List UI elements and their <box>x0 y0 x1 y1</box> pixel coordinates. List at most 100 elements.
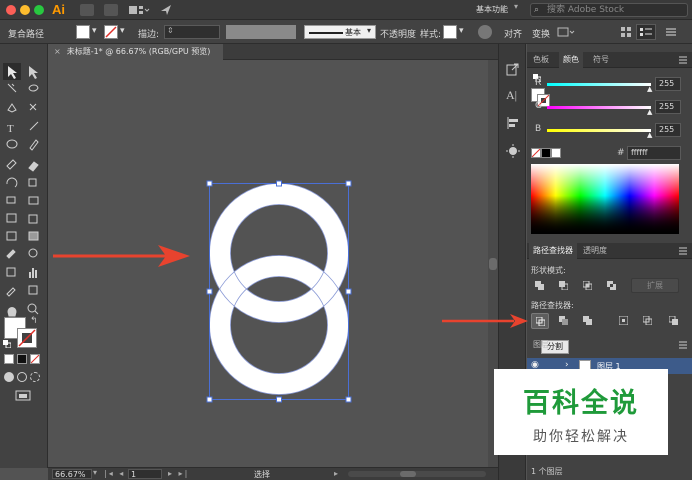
arrange-icon[interactable] <box>620 25 632 39</box>
b-channel-value[interactable]: 255 <box>655 123 681 137</box>
stroke-color-box[interactable] <box>17 328 37 348</box>
red-arrow-left <box>53 245 190 267</box>
draw-behind-icon[interactable] <box>17 372 27 382</box>
close-icon[interactable]: × <box>54 47 61 56</box>
document-tabs: × 未标题-1* @ 66.67% (RGB/GPU 预览) <box>48 44 498 60</box>
tab-swatches[interactable]: 色板 <box>529 52 553 68</box>
exclude-button[interactable] <box>603 278 621 294</box>
g-channel-value[interactable]: 255 <box>655 100 681 114</box>
slider-thumb-icon[interactable]: ▲ <box>647 131 652 139</box>
chevron-down-icon[interactable]: ▾ <box>92 26 97 36</box>
trim-button[interactable] <box>555 313 573 329</box>
hamburger-menu-icon[interactable] <box>664 24 678 40</box>
fill-swatch[interactable] <box>76 25 90 39</box>
search-placeholder: 搜索 Adobe Stock <box>547 5 625 15</box>
compound-path-rings[interactable] <box>209 183 349 395</box>
slider-thumb-icon[interactable]: ▲ <box>647 108 652 116</box>
unite-button[interactable] <box>531 278 549 294</box>
red-arrow-pathfinder <box>442 314 528 328</box>
none-color-swatch[interactable] <box>531 148 541 158</box>
tab-layers[interactable]: 图层 <box>529 337 553 353</box>
none-mode-button[interactable] <box>30 354 40 364</box>
style-label: 样式: <box>420 30 442 40</box>
default-colors-icon[interactable] <box>3 340 11 348</box>
black-swatch[interactable] <box>541 148 551 158</box>
character-icon[interactable]: A| <box>506 88 517 103</box>
tab-pathfinder[interactable]: 路径查找器 <box>529 243 577 259</box>
draw-inside-icon[interactable] <box>30 372 40 382</box>
hex-input[interactable]: ffffff <box>627 146 681 160</box>
canvas[interactable] <box>48 60 498 467</box>
color-spectrum[interactable] <box>531 164 679 234</box>
stroke-weight-field[interactable]: ⇕ <box>164 25 220 39</box>
artboard-number-field[interactable]: 1 <box>128 469 162 479</box>
minus-front-button[interactable] <box>555 278 573 294</box>
current-tool-label: 选择 <box>254 470 270 479</box>
align-button[interactable]: 对齐 <box>504 27 522 40</box>
artboard-nav-next-icons[interactable]: ▸ ▸| <box>168 469 189 478</box>
chevron-right-icon[interactable]: ▸ <box>334 469 338 478</box>
draw-normal-icon[interactable] <box>4 372 14 382</box>
send-icon[interactable] <box>160 4 172 16</box>
tools-panel: T ↰ <box>0 44 48 468</box>
stepper-icon[interactable]: ⇕ <box>167 26 174 35</box>
panel-menu-icon[interactable] <box>677 245 689 257</box>
r-channel-value[interactable]: 255 <box>655 77 681 91</box>
stroke-swatch[interactable] <box>104 25 118 39</box>
isolate-icon[interactable] <box>556 25 576 39</box>
export-icon[interactable] <box>506 62 520 76</box>
merge-button[interactable] <box>579 313 597 329</box>
opacity-label[interactable]: 不透明度 <box>380 27 416 40</box>
color-mode-button[interactable] <box>4 354 14 364</box>
panel-menu-icon[interactable] <box>677 54 689 66</box>
appearance-icon[interactable] <box>506 144 520 158</box>
variable-width-profile[interactable] <box>226 25 296 39</box>
maximize-window-button[interactable] <box>34 5 44 15</box>
chevron-down-icon[interactable]: ▾ <box>514 2 518 11</box>
stock-search-input[interactable]: ⌕ 搜索 Adobe Stock <box>530 3 688 17</box>
title-bar: Ai 基本功能 ▾ ⌕ 搜索 Adobe Stock <box>0 0 692 20</box>
recolor-artwork-icon[interactable] <box>478 25 492 39</box>
bridge-icon[interactable] <box>80 4 94 16</box>
close-window-button[interactable] <box>6 5 16 15</box>
panel-menu-icon[interactable] <box>636 24 656 40</box>
brush-definition[interactable]: 基本 ▾ <box>304 25 376 39</box>
crop-button[interactable] <box>615 313 633 329</box>
layers-panel-tabs: 图层 <box>527 337 692 353</box>
transform-button[interactable]: 变换 <box>532 27 550 40</box>
swap-colors-icon[interactable]: ↰ <box>30 316 38 326</box>
tab-color[interactable]: 颜色 <box>559 52 583 68</box>
slider-thumb-icon[interactable]: ▲ <box>647 85 652 93</box>
b-channel-slider[interactable] <box>547 129 651 132</box>
stock-icon[interactable] <box>104 4 118 16</box>
arrange-documents-icon[interactable] <box>128 4 150 16</box>
artboard-nav-prev-icons[interactable]: |◂ ◂ <box>104 469 125 478</box>
minus-back-button[interactable] <box>665 313 683 329</box>
horizontal-scrollbar[interactable] <box>348 471 486 477</box>
panel-menu-icon[interactable] <box>677 339 689 351</box>
app-logo: Ai <box>52 2 65 17</box>
gradient-mode-button[interactable] <box>17 354 27 364</box>
svg-text:T: T <box>7 123 14 135</box>
tool-icons: T <box>3 63 39 317</box>
tab-symbols[interactable]: 符号 <box>589 52 613 68</box>
chevron-down-icon[interactable]: ▾ <box>93 468 97 477</box>
graphic-style-swatch[interactable] <box>443 25 457 39</box>
chevron-down-icon[interactable]: ▾ <box>459 26 464 36</box>
chevron-down-icon[interactable]: ▾ <box>120 26 125 36</box>
zoom-field[interactable]: 66.67% <box>52 469 92 479</box>
intersect-button[interactable] <box>579 278 597 294</box>
scrollbar-thumb[interactable] <box>400 471 416 477</box>
divide-button[interactable] <box>531 313 549 329</box>
align-icon[interactable] <box>506 116 520 130</box>
tab-transparency[interactable]: 透明度 <box>579 243 611 259</box>
document-tab[interactable]: × 未标题-1* @ 66.67% (RGB/GPU 预览) <box>48 44 223 60</box>
workspace-switcher[interactable]: 基本功能 <box>476 4 508 15</box>
outline-button[interactable] <box>639 313 657 329</box>
minimize-window-button[interactable] <box>20 5 30 15</box>
expand-button[interactable]: 扩展 <box>631 278 679 293</box>
white-swatch[interactable] <box>551 148 561 158</box>
g-channel-slider[interactable] <box>547 106 651 109</box>
r-channel-slider[interactable] <box>547 83 651 86</box>
screen-mode-icon[interactable] <box>15 390 33 402</box>
